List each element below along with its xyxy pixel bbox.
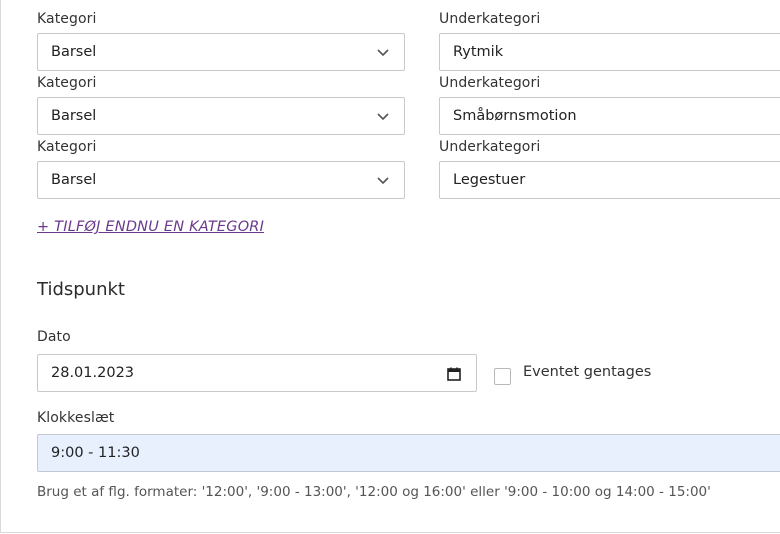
date-input[interactable]: 28.01.2023	[37, 354, 477, 392]
subcategory-value: Legestuer	[453, 172, 526, 188]
category-select-value: Barsel	[51, 172, 97, 188]
time-format-help-text: Brug et af flg. formater: '12:00', '9:00…	[37, 484, 711, 500]
subcategory-value: Småbørnsmotion	[453, 108, 577, 124]
category-select[interactable]: Barsel	[37, 33, 405, 71]
calendar-icon[interactable]	[446, 366, 462, 382]
subcategory-field[interactable]: Legestuer	[439, 161, 780, 199]
repeat-checkbox-label[interactable]: Eventet gentages	[523, 364, 651, 380]
chevron-down-icon	[377, 177, 389, 185]
category-select-value: Barsel	[51, 108, 97, 124]
date-label: Dato	[37, 329, 71, 345]
subcategory-value: Rytmik	[453, 44, 504, 60]
category-label: Kategori	[37, 11, 97, 27]
chevron-down-icon	[377, 113, 389, 121]
subcategory-field[interactable]: Småbørnsmotion	[439, 97, 780, 135]
chevron-down-icon	[377, 49, 389, 57]
subcategory-label: Underkategori	[439, 139, 541, 155]
add-category-link[interactable]: + TILFØJ ENDNU EN KATEGORI	[37, 219, 264, 235]
form-panel: Kategori Underkategori Barsel Rytmik Kat…	[0, 0, 780, 533]
subcategory-label: Underkategori	[439, 75, 541, 91]
date-value: 28.01.2023	[51, 365, 135, 381]
category-label: Kategori	[37, 139, 97, 155]
time-input[interactable]: 9:00 - 11:30	[37, 434, 780, 472]
section-heading: Tidspunkt	[37, 279, 125, 300]
category-select[interactable]: Barsel	[37, 97, 405, 135]
subcategory-label: Underkategori	[439, 11, 541, 27]
repeat-checkbox[interactable]	[494, 368, 511, 385]
time-label: Klokkeslæt	[37, 410, 115, 426]
category-select[interactable]: Barsel	[37, 161, 405, 199]
time-value: 9:00 - 11:30	[51, 445, 140, 461]
category-select-value: Barsel	[51, 44, 97, 60]
category-label: Kategori	[37, 75, 97, 91]
subcategory-field[interactable]: Rytmik	[439, 33, 780, 71]
